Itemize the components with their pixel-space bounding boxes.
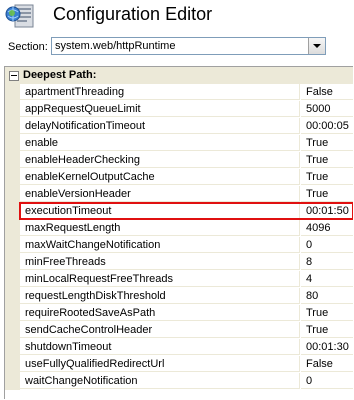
row-gutter bbox=[5, 84, 20, 101]
category-label: Deepest Path: bbox=[23, 69, 97, 81]
property-name[interactable]: delayNotificationTimeout bbox=[20, 118, 300, 134]
property-row[interactable]: enableHeaderChecking True bbox=[5, 152, 353, 169]
property-row[interactable]: apartmentThreading False bbox=[5, 84, 353, 101]
property-row[interactable]: enableKernelOutputCache True bbox=[5, 169, 353, 186]
property-name[interactable]: minLocalRequestFreeThreads bbox=[20, 271, 300, 287]
property-value[interactable]: True bbox=[301, 135, 353, 151]
property-row[interactable]: enable True bbox=[5, 135, 353, 152]
property-value[interactable]: 80 bbox=[301, 288, 353, 304]
property-row[interactable]: useFullyQualifiedRedirectUrl False bbox=[5, 356, 353, 373]
property-name[interactable]: enableVersionHeader bbox=[20, 186, 300, 202]
property-grid: Deepest Path: apartmentThreading False app… bbox=[4, 66, 353, 399]
row-gutter bbox=[5, 356, 20, 373]
section-label: Section: bbox=[8, 41, 48, 53]
property-rows: apartmentThreading False appRequestQueueLi… bbox=[5, 84, 353, 390]
property-row[interactable]: maxWaitChangeNotification 0 bbox=[5, 237, 353, 254]
property-value[interactable]: False bbox=[301, 84, 353, 100]
property-value[interactable]: 8 bbox=[301, 254, 353, 270]
row-gutter bbox=[5, 373, 20, 390]
row-gutter bbox=[5, 305, 20, 322]
section-dropdown[interactable]: system.web/httpRuntime bbox=[51, 37, 326, 55]
row-gutter bbox=[5, 220, 20, 237]
collapse-icon[interactable] bbox=[9, 71, 19, 81]
property-name[interactable]: maxRequestLength bbox=[20, 220, 300, 236]
row-gutter bbox=[5, 101, 20, 118]
property-row[interactable]: minLocalRequestFreeThreads 4 bbox=[5, 271, 353, 288]
property-value[interactable]: True bbox=[301, 152, 353, 168]
property-name[interactable]: appRequestQueueLimit bbox=[20, 101, 300, 117]
section-dropdown-value: system.web/httpRuntime bbox=[55, 40, 176, 52]
page-title: Configuration Editor bbox=[53, 4, 213, 24]
property-name[interactable]: minFreeThreads bbox=[20, 254, 300, 270]
property-name[interactable]: enableKernelOutputCache bbox=[20, 169, 300, 185]
header: Configuration Editor bbox=[0, 0, 354, 34]
property-row[interactable]: delayNotificationTimeout 00:00:05 bbox=[5, 118, 353, 135]
property-value[interactable]: 0 bbox=[301, 237, 353, 253]
property-value[interactable]: 0 bbox=[301, 373, 353, 389]
row-gutter bbox=[5, 169, 20, 186]
row-gutter bbox=[5, 118, 20, 135]
row-gutter bbox=[5, 186, 20, 203]
property-value[interactable]: False bbox=[301, 356, 353, 372]
configuration-editor-icon bbox=[5, 3, 35, 30]
section-selector-row: Section: system.web/httpRuntime bbox=[0, 36, 354, 60]
property-row[interactable]: requireRootedSaveAsPath True bbox=[5, 305, 353, 322]
row-gutter bbox=[5, 237, 20, 254]
property-value[interactable]: 5000 bbox=[301, 101, 353, 117]
property-value[interactable]: 00:01:50 bbox=[301, 203, 353, 219]
property-row[interactable]: requestLengthDiskThreshold 80 bbox=[5, 288, 353, 305]
property-value[interactable]: 00:00:05 bbox=[301, 118, 353, 134]
row-gutter bbox=[5, 135, 20, 152]
property-name[interactable]: enable bbox=[20, 135, 300, 151]
property-row[interactable]: minFreeThreads 8 bbox=[5, 254, 353, 271]
row-gutter bbox=[5, 271, 20, 288]
property-row[interactable]: shutdownTimeout 00:01:30 bbox=[5, 339, 353, 356]
row-gutter bbox=[5, 322, 20, 339]
property-name[interactable]: requestLengthDiskThreshold bbox=[20, 288, 300, 304]
row-gutter bbox=[5, 288, 20, 305]
property-value[interactable]: True bbox=[301, 305, 353, 321]
property-value[interactable]: 00:01:30 bbox=[301, 339, 353, 355]
row-gutter bbox=[5, 152, 20, 169]
property-row[interactable]: appRequestQueueLimit 5000 bbox=[5, 101, 353, 118]
property-value[interactable]: True bbox=[301, 322, 353, 338]
property-name[interactable]: enableHeaderChecking bbox=[20, 152, 300, 168]
property-name[interactable]: requireRootedSaveAsPath bbox=[20, 305, 300, 321]
category-row: Deepest Path: bbox=[5, 67, 353, 84]
property-row[interactable]: enableVersionHeader True bbox=[5, 186, 353, 203]
property-name[interactable]: apartmentThreading bbox=[20, 84, 300, 100]
property-value[interactable]: True bbox=[301, 186, 353, 202]
property-value[interactable]: True bbox=[301, 169, 353, 185]
property-name[interactable]: useFullyQualifiedRedirectUrl bbox=[20, 356, 300, 372]
property-name[interactable]: shutdownTimeout bbox=[20, 339, 300, 355]
row-gutter bbox=[5, 203, 20, 220]
property-name[interactable]: maxWaitChangeNotification bbox=[20, 237, 300, 253]
property-row[interactable]: maxRequestLength 4096 bbox=[5, 220, 353, 237]
row-gutter bbox=[5, 254, 20, 271]
property-name[interactable]: waitChangeNotification bbox=[20, 373, 300, 389]
chevron-down-icon[interactable] bbox=[308, 38, 325, 54]
property-row[interactable]: sendCacheControlHeader True bbox=[5, 322, 353, 339]
property-row-highlighted[interactable]: executionTimeout 00:01:50 bbox=[5, 202, 353, 220]
property-value[interactable]: 4 bbox=[301, 271, 353, 287]
property-value[interactable]: 4096 bbox=[301, 220, 353, 236]
property-name[interactable]: executionTimeout bbox=[20, 203, 300, 219]
property-name[interactable]: sendCacheControlHeader bbox=[20, 322, 300, 338]
row-gutter bbox=[5, 339, 20, 356]
property-row[interactable]: waitChangeNotification 0 bbox=[5, 373, 353, 390]
